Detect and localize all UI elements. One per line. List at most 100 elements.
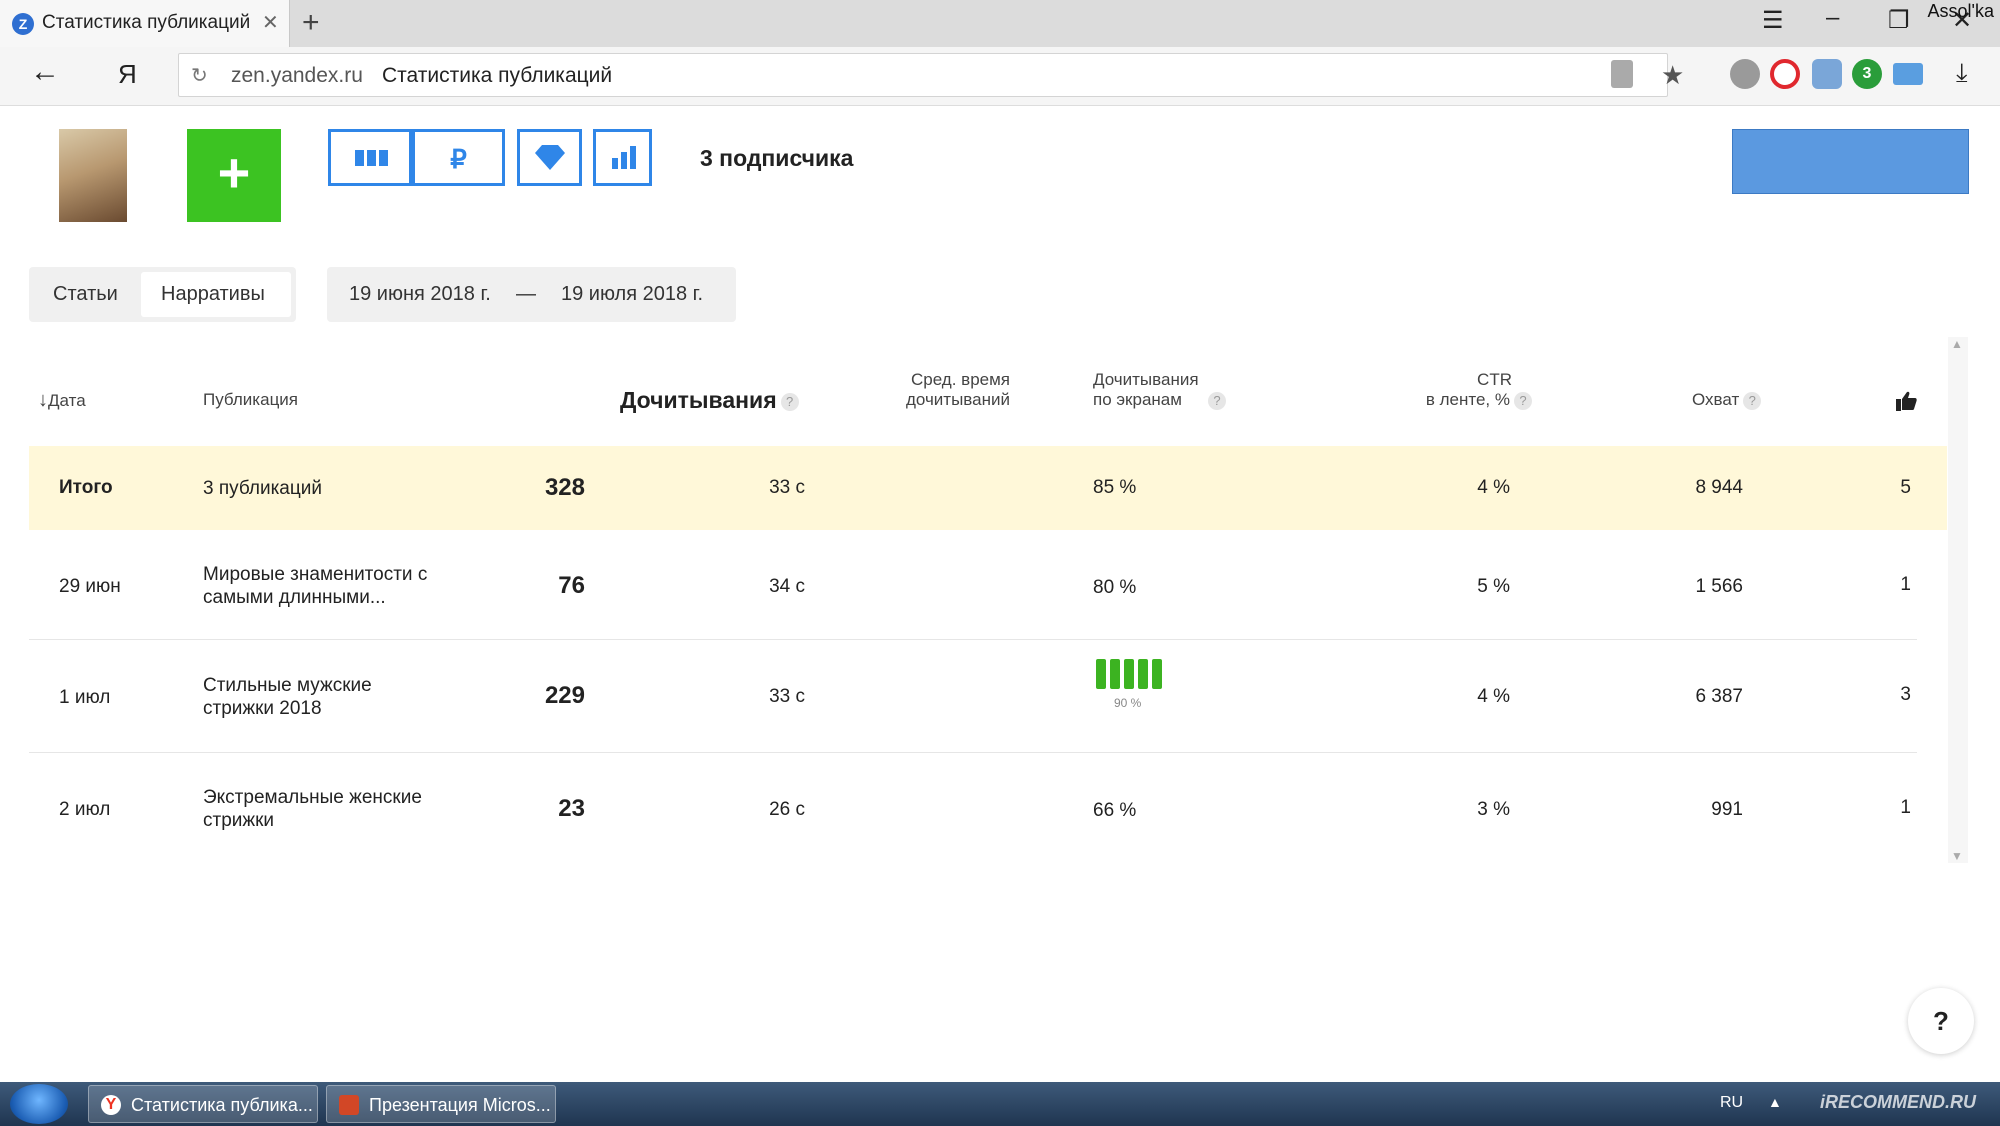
help-icon[interactable]: ? <box>780 392 799 411</box>
row-ctr: 4 % <box>1477 477 1510 498</box>
statistics-button[interactable] <box>593 129 652 186</box>
row-likes: 1 <box>1900 797 1911 818</box>
taskbar-item-powerpoint[interactable]: Презентация Micros... <box>326 1085 556 1123</box>
tab-title: Статистика публикаций <box>42 12 251 33</box>
likes-thumb-icon[interactable] <box>1895 390 1917 412</box>
table-row[interactable]: 2 июл Экстремальные женские стрижки 23 2… <box>29 753 1917 863</box>
cloud-icon[interactable] <box>1812 59 1842 89</box>
header-date[interactable]: ↓Дата <box>38 390 86 411</box>
row-reads: 76 <box>558 572 585 599</box>
url-page-title: Статистика публикаций <box>382 64 613 87</box>
address-bar[interactable]: ↻ zen.yandex.ru Статистика публикаций ★ <box>178 53 1684 97</box>
row-reach: 8 944 <box>1695 477 1743 498</box>
row-avg-time: 26 с <box>769 799 805 820</box>
columns-icon <box>355 150 388 166</box>
browser-navbar: ← Я ↻ zen.yandex.ru Статистика публикаци… <box>0 47 2000 106</box>
row-avg-time: 34 с <box>769 576 805 597</box>
stats-icon <box>612 146 636 169</box>
table-row[interactable]: 1 июл Стильные мужские стрижки 2018 229 … <box>29 640 1917 753</box>
download-icon[interactable]: ⤓ <box>1956 57 1968 89</box>
date-separator: — <box>516 283 536 305</box>
row-publication-link[interactable]: Экстремальные женские стрижки <box>203 786 422 832</box>
subscribers-count: 3 подписчика <box>700 145 854 171</box>
screens-meter-label: 90 % <box>1114 696 1142 710</box>
row-screens: 85 % <box>1093 477 1137 498</box>
powerpoint-icon <box>339 1095 359 1115</box>
channel-avatar[interactable] <box>59 129 127 222</box>
meter-segment <box>1152 659 1162 689</box>
header-reads[interactable]: Дочитывания? <box>620 387 799 414</box>
meter-segment <box>1124 659 1134 689</box>
row-publication-link[interactable]: Стильные мужские стрижки 2018 <box>203 674 372 720</box>
date-to[interactable]: 19 июля 2018 г. <box>561 283 703 306</box>
date-range-picker[interactable]: 19 июня 2018 г. — 19 июля 2018 г. <box>327 267 736 322</box>
windows-taskbar: Y Статистика публика... Презентация Micr… <box>0 1082 2000 1126</box>
globe-icon[interactable] <box>1730 59 1760 89</box>
sort-down-arrow-icon: ↓ <box>38 389 48 411</box>
browser-tab[interactable]: Z Статистика публикаций ✕ <box>0 0 290 47</box>
row-screens: 66 % <box>1093 800 1137 821</box>
header-action-button[interactable] <box>1732 129 1969 194</box>
yandex-logo[interactable]: Я <box>118 59 137 90</box>
mail-icon[interactable] <box>1893 63 1923 85</box>
row-date: 1 июл <box>59 687 111 708</box>
zen-favicon-icon: Z <box>12 13 34 35</box>
url-domain: zen.yandex.ru <box>231 64 363 87</box>
green-badge-icon[interactable]: 3 <box>1852 59 1882 89</box>
header-reach[interactable]: Охват? <box>1692 390 1762 410</box>
meter-segment <box>1110 659 1120 689</box>
row-publication: 3 публикаций <box>203 478 322 499</box>
start-button[interactable] <box>10 1084 68 1124</box>
row-reads: 328 <box>544 474 585 501</box>
bookmark-star-icon[interactable]: ★ <box>1661 60 1684 91</box>
diamond-button[interactable] <box>517 129 582 186</box>
header-screens[interactable]: Дочитывания по экранам? <box>1093 370 1226 410</box>
tab-close-icon[interactable]: ✕ <box>262 10 279 35</box>
language-indicator[interactable]: RU <box>1720 1094 1743 1112</box>
new-tab-button[interactable]: + <box>302 6 320 40</box>
row-likes: 5 <box>1900 477 1911 498</box>
row-date: 29 июн <box>59 576 121 597</box>
columns-button[interactable] <box>328 129 412 186</box>
help-button[interactable]: ? <box>1908 988 1974 1054</box>
row-likes: 1 <box>1900 574 1911 595</box>
help-icon[interactable]: ? <box>1207 391 1226 410</box>
date-from[interactable]: 19 июня 2018 г. <box>349 283 491 306</box>
browser-user-name: Assol'ka <box>1927 1 1994 21</box>
monetization-button[interactable]: ₽ <box>412 129 505 186</box>
watermark: iRECOMMEND.RU <box>1820 1092 1976 1112</box>
scroll-up-icon[interactable]: ▲ <box>1951 337 1963 351</box>
minimize-icon[interactable]: – <box>1826 4 1839 32</box>
yandex-browser-icon: Y <box>101 1095 121 1115</box>
row-reads: 229 <box>544 682 585 709</box>
reload-icon[interactable]: ↻ <box>191 63 208 88</box>
tab-articles[interactable]: Статьи <box>53 283 118 306</box>
row-ctr: 3 % <box>1477 799 1510 820</box>
adblock-icon[interactable] <box>1770 59 1800 89</box>
help-icon[interactable]: ? <box>1743 391 1762 410</box>
header-ctr[interactable]: CTR в ленте, %? <box>1400 370 1532 410</box>
header-publication[interactable]: Публикация <box>203 390 298 410</box>
row-date: Итого <box>59 477 113 498</box>
back-arrow-icon[interactable]: ← <box>30 55 60 89</box>
row-reads: 23 <box>558 795 585 822</box>
table-row[interactable]: 29 июн Мировые знаменитости с самыми дли… <box>29 530 1917 640</box>
lock-icon[interactable] <box>1611 60 1633 88</box>
scroll-down-icon[interactable]: ▼ <box>1951 849 1963 863</box>
diamond-icon <box>535 145 565 170</box>
restore-icon[interactable]: ❐ <box>1888 6 1910 35</box>
tray-expand-icon[interactable]: ▲ <box>1768 1094 1782 1110</box>
add-publication-button[interactable]: + <box>187 129 281 222</box>
table-scrollbar[interactable]: ▲ ▼ <box>1948 337 1968 863</box>
row-reach: 991 <box>1711 799 1743 820</box>
header-avg-time[interactable]: Сред. время дочитываний <box>895 370 1010 410</box>
menu-icon[interactable]: ☰ <box>1762 6 1784 35</box>
row-date: 2 июл <box>59 799 111 820</box>
help-icon[interactable]: ? <box>1514 391 1532 410</box>
ruble-icon: ₽ <box>450 144 467 174</box>
browser-titlebar: Z Статистика публикаций ✕ + ☰ – ❐ ✕ Asso… <box>0 0 2000 47</box>
taskbar-item-browser[interactable]: Y Статистика публика... <box>88 1085 318 1123</box>
row-avg-time: 33 с <box>769 686 805 707</box>
row-publication-link[interactable]: Мировые знаменитости с самыми длинными..… <box>203 563 427 609</box>
tab-narratives[interactable]: Нарративы <box>141 272 291 317</box>
